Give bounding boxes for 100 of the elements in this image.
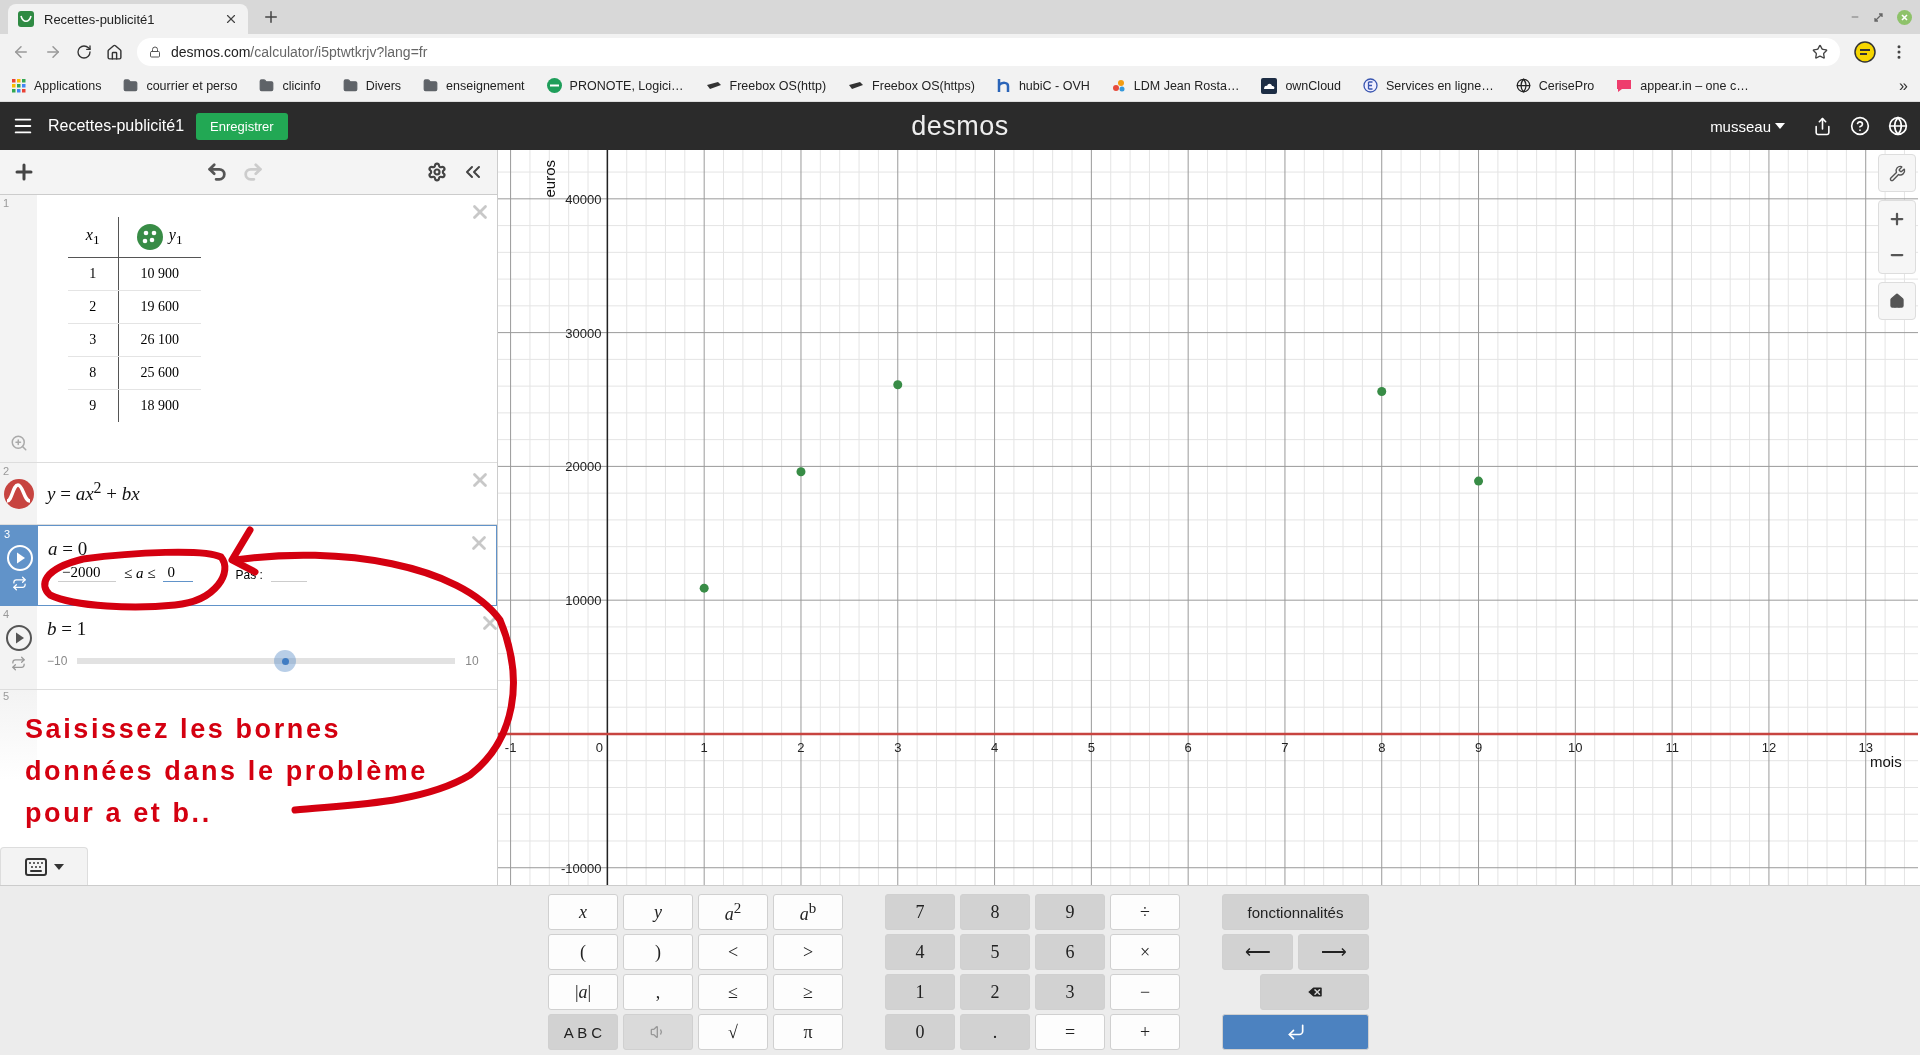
table-cell[interactable]: 9 bbox=[68, 389, 118, 422]
table-cell[interactable]: 3 bbox=[68, 323, 118, 356]
new-tab-icon[interactable] bbox=[262, 8, 280, 26]
bookmark-link[interactable]: Divers bbox=[342, 78, 402, 93]
table-cell[interactable]: 10 900 bbox=[118, 257, 201, 290]
keypad-key[interactable]: 5 bbox=[960, 934, 1030, 970]
keypad-key[interactable]: 8 bbox=[960, 894, 1030, 930]
table-cell[interactable]: 8 bbox=[68, 356, 118, 389]
table-cell[interactable]: 18 900 bbox=[118, 389, 201, 422]
slider-value[interactable]: a = 0 bbox=[48, 538, 468, 560]
keypad-key[interactable]: > bbox=[773, 934, 843, 970]
keypad-key[interactable]: ⟵ bbox=[1222, 934, 1293, 970]
slider-thumb[interactable] bbox=[274, 650, 297, 672]
curve-icon[interactable] bbox=[3, 479, 34, 509]
bookmark-link[interactable]: courrier et perso bbox=[123, 78, 238, 93]
keypad-key[interactable]: ) bbox=[623, 934, 693, 970]
data-point[interactable] bbox=[699, 583, 709, 593]
repeat-icon[interactable] bbox=[11, 656, 26, 671]
keypad-key[interactable]: 9 bbox=[1035, 894, 1105, 930]
keypad-key[interactable]: = bbox=[1035, 1014, 1105, 1050]
x-tick-label: 3 bbox=[894, 739, 902, 755]
keypad-key[interactable]: π bbox=[773, 1014, 843, 1050]
close-tab-icon[interactable] bbox=[224, 12, 238, 26]
data-point[interactable] bbox=[1377, 387, 1387, 396]
bookmark-link[interactable]: ownCloud bbox=[1261, 77, 1341, 94]
back-icon[interactable] bbox=[12, 43, 30, 61]
keypad-key[interactable]: ( bbox=[548, 934, 618, 970]
keyboard-toggle[interactable] bbox=[0, 847, 88, 885]
keypad-key[interactable]: < bbox=[698, 934, 768, 970]
browser-tab[interactable]: Recettes-publicité1 bbox=[8, 4, 248, 34]
keypad-key[interactable]: ⟶ bbox=[1298, 934, 1369, 970]
keypad-key[interactable]: a$^{2}$ bbox=[698, 894, 768, 930]
bookmark-link[interactable]: PRONOTE, Logici… bbox=[546, 78, 684, 93]
caret-icon bbox=[54, 863, 64, 870]
keypad-key[interactable]: × bbox=[1110, 934, 1180, 970]
keypad-key[interactable]: 2 bbox=[960, 974, 1030, 1010]
table-cell[interactable]: 25 600 bbox=[118, 356, 201, 389]
x-tick-label: 10 bbox=[1568, 739, 1583, 755]
keypad-key[interactable]: √ bbox=[698, 1014, 768, 1050]
keypad-key[interactable]: fonctionnalités bbox=[1222, 894, 1369, 930]
keypad-key[interactable]: y bbox=[623, 894, 693, 930]
home-icon[interactable] bbox=[106, 43, 123, 61]
keypad-key[interactable]: 1 bbox=[885, 974, 955, 1010]
bookmark-link[interactable]: Freebox OS(http) bbox=[705, 78, 827, 93]
bookmark-link[interactable]: Applications bbox=[12, 78, 102, 93]
extension-icon[interactable] bbox=[1854, 41, 1876, 63]
graph-canvas[interactable]: -1 0 1 2 3 4 5 6 7 8 9 10 11 12 13 -10000 10000 20000 30000 40000 mois euros bbox=[498, 150, 1918, 885]
bookmark-link[interactable]: CerisePro bbox=[1515, 78, 1595, 93]
slider-value[interactable]: b = 1 bbox=[47, 618, 479, 640]
points-icon[interactable] bbox=[136, 223, 163, 250]
formula[interactable]: y = ax$^{2}$ + bx bbox=[47, 479, 469, 506]
keypad-key[interactable]: 0 bbox=[885, 1014, 955, 1050]
share-icon[interactable] bbox=[1813, 116, 1832, 136]
data-point[interactable] bbox=[893, 380, 903, 390]
bookmark-link[interactable]: hubiC - OVH bbox=[996, 78, 1090, 93]
bookmark-link[interactable]: LDM Jean Rosta… bbox=[1111, 78, 1240, 93]
data-point[interactable] bbox=[1474, 476, 1484, 486]
bookmark-link[interactable]: appear.in – one c… bbox=[1616, 78, 1749, 93]
keypad-key[interactable]: + bbox=[1110, 1014, 1180, 1050]
keypad-key[interactable]: 4 bbox=[885, 934, 955, 970]
bookmark-link[interactable]: Services en ligne… bbox=[1363, 78, 1494, 93]
bookmark-link[interactable]: enseignement bbox=[423, 78, 525, 93]
table-cell[interactable]: 1 bbox=[68, 257, 118, 290]
keypad-key[interactable]: 7 bbox=[885, 894, 955, 930]
enter-key[interactable] bbox=[1222, 1014, 1369, 1050]
keypad-key[interactable]: x bbox=[548, 894, 618, 930]
keypad-key[interactable]: , bbox=[623, 974, 693, 1010]
user-menu[interactable]: musseau bbox=[1704, 116, 1791, 136]
bookmarks-overflow[interactable]: » bbox=[1899, 76, 1908, 95]
keypad-key[interactable]: . bbox=[960, 1014, 1030, 1050]
help-icon[interactable] bbox=[1850, 116, 1870, 136]
reload-icon[interactable] bbox=[76, 44, 92, 60]
min-field[interactable]: −2000 bbox=[58, 564, 116, 582]
keypad-key[interactable]: A B C bbox=[548, 1014, 618, 1050]
data-point[interactable] bbox=[796, 467, 806, 477]
keypad-key[interactable]: 6 bbox=[1035, 934, 1105, 970]
undo-icon[interactable] bbox=[206, 161, 228, 183]
settings-icon[interactable] bbox=[427, 162, 447, 182]
table-cell[interactable]: 2 bbox=[68, 290, 118, 323]
keypad-key[interactable]: a$^{b}$ bbox=[773, 894, 843, 930]
keypad-key[interactable]: ≤ bbox=[698, 974, 768, 1010]
forward-icon[interactable] bbox=[44, 43, 62, 61]
address-bar[interactable]: desmos.com/calculator/i5ptwtkrjv?lang=fr bbox=[137, 38, 1840, 66]
globe-icon[interactable] bbox=[1888, 116, 1908, 136]
max-field[interactable]: 0 bbox=[163, 564, 194, 582]
bookmark-link[interactable]: clicinfo bbox=[259, 78, 321, 93]
backspace-key[interactable] bbox=[1260, 974, 1369, 1010]
table-cell[interactable]: 26 100 bbox=[118, 323, 201, 356]
keypad-key[interactable]: − bbox=[1110, 974, 1180, 1010]
table-cell[interactable]: 19 600 bbox=[118, 290, 201, 323]
play-icon[interactable] bbox=[4, 624, 33, 652]
star-icon[interactable] bbox=[1812, 44, 1828, 60]
keypad-key[interactable]: |a| bbox=[548, 974, 618, 1010]
keypad-key[interactable]: ≥ bbox=[773, 974, 843, 1010]
keypad-key[interactable]: ÷ bbox=[1110, 894, 1180, 930]
graph-title[interactable]: Recettes-publicité1 bbox=[48, 117, 185, 135]
repeat-icon[interactable] bbox=[12, 576, 27, 591]
keypad-key[interactable]: 3 bbox=[1035, 974, 1105, 1010]
restore-icon[interactable] bbox=[1874, 12, 1883, 22]
bookmark-link[interactable]: Freebox OS(https) bbox=[848, 78, 975, 93]
